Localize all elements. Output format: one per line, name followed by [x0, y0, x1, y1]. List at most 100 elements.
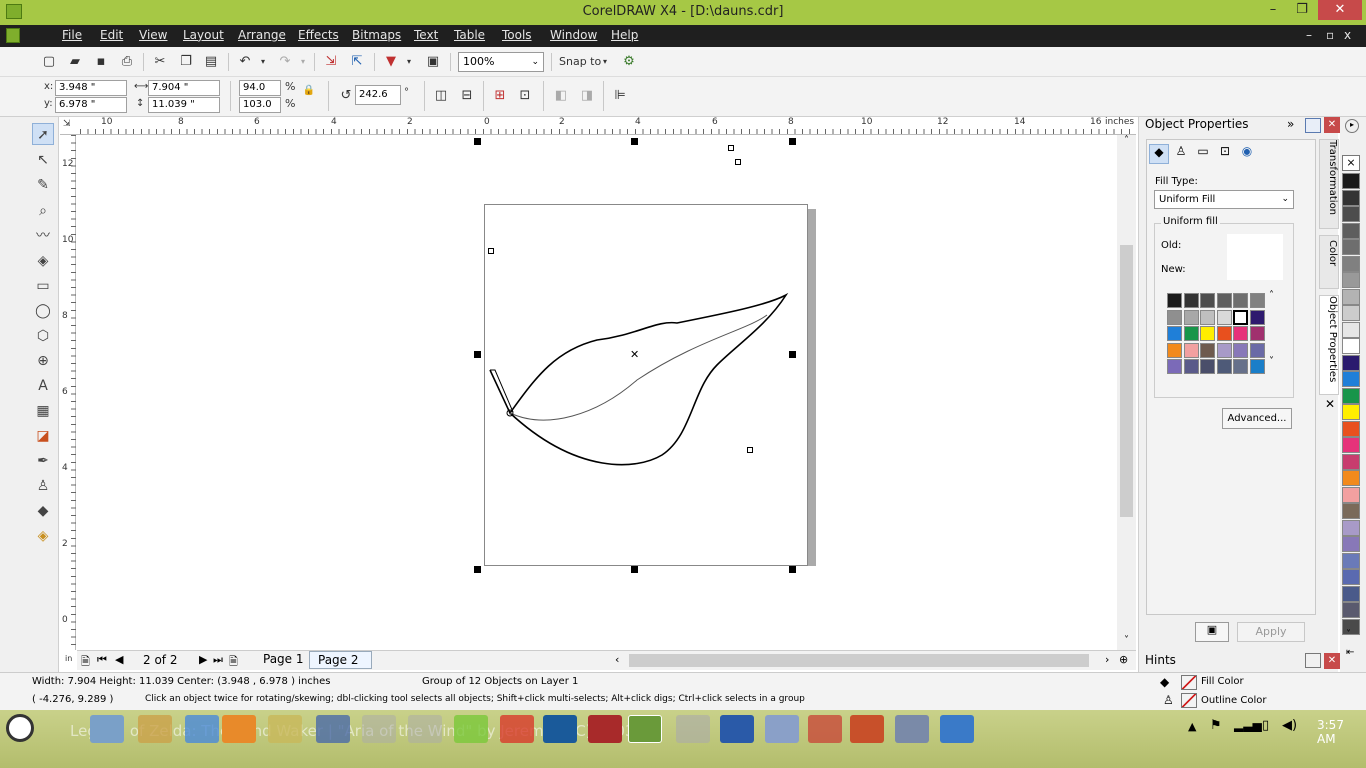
- fill-color-cell[interactable]: [1183, 359, 1199, 374]
- taskbar-app-coreldraw[interactable]: [628, 715, 662, 743]
- scroll-thumb[interactable]: [1120, 245, 1133, 517]
- color-swatch[interactable]: [1342, 453, 1360, 470]
- hints-restore-button[interactable]: [1305, 653, 1321, 668]
- fill-color-cell[interactable]: [1200, 359, 1215, 374]
- interactive-fill-tool-icon[interactable]: ◈: [32, 525, 54, 547]
- fill-color-cell[interactable]: [1167, 293, 1182, 308]
- color-swatch[interactable]: [1342, 387, 1360, 404]
- mirror-vertical-icon[interactable]: ⊟: [458, 87, 476, 105]
- taskbar-app-game[interactable]: [454, 715, 488, 743]
- polygon-tool-icon[interactable]: ⬡: [32, 325, 54, 347]
- fill-color-cell[interactable]: [1200, 342, 1215, 358]
- scroll-up-icon[interactable]: ˄: [1119, 135, 1134, 146]
- maximize-button[interactable]: ❐: [1287, 0, 1317, 20]
- fill-color-cell[interactable]: [1249, 342, 1265, 358]
- apply-button[interactable]: Apply: [1237, 622, 1305, 642]
- fill-color-cell[interactable]: [1183, 309, 1199, 325]
- taskbar-app-explorer[interactable]: [90, 715, 124, 743]
- leaf-drawing[interactable]: ✕: [77, 135, 1117, 650]
- scroll-down-icon[interactable]: ˅: [1119, 635, 1134, 646]
- fill-color-cell[interactable]: [1183, 293, 1199, 308]
- application-launcher-icon[interactable]: ▼: [382, 53, 400, 71]
- fill-color-cell[interactable]: [1233, 342, 1248, 358]
- color-swatch[interactable]: [1342, 569, 1360, 585]
- fill-color-cell[interactable]: [1216, 359, 1232, 374]
- taskbar-app-flash[interactable]: [588, 715, 622, 743]
- pick-tool-icon[interactable]: ➚: [32, 123, 54, 145]
- text-tool-icon[interactable]: A: [32, 375, 54, 397]
- object-properties-tab[interactable]: Object Properties: [1319, 295, 1339, 395]
- color-swatch[interactable]: [1342, 239, 1360, 255]
- menu-view[interactable]: View: [139, 28, 167, 42]
- volume-icon[interactable]: ◀): [1282, 718, 1297, 733]
- undo-icon[interactable]: ↶: [236, 53, 254, 71]
- hints-close-button[interactable]: ✕: [1324, 653, 1340, 669]
- color-swatch[interactable]: [1342, 519, 1360, 536]
- fill-color-cell[interactable]: [1249, 359, 1265, 374]
- color-swatch[interactable]: [1342, 536, 1360, 552]
- node-marker[interactable]: [488, 248, 494, 254]
- mirror-horizontal-icon[interactable]: ◫: [432, 87, 450, 105]
- color-swatch[interactable]: [1342, 602, 1360, 618]
- lock-apply-icon[interactable]: ▣: [1195, 622, 1229, 642]
- save-icon[interactable]: ▪: [92, 53, 110, 71]
- show-hidden-icons[interactable]: ▲: [1188, 720, 1196, 733]
- group-icon[interactable]: ⊞: [491, 87, 509, 105]
- internet-tab-icon[interactable]: ◉: [1237, 144, 1257, 164]
- tab-page-1[interactable]: Page 1: [257, 652, 310, 666]
- close-tab-icon[interactable]: ✕: [1325, 397, 1335, 411]
- fill-type-dropdown[interactable]: Uniform Fill ⌄: [1154, 190, 1294, 209]
- selection-handle[interactable]: [631, 566, 638, 573]
- fill-color-cell[interactable]: [1216, 326, 1232, 341]
- menu-effects[interactable]: Effects: [298, 28, 339, 42]
- basic-shapes-tool-icon[interactable]: ⊕: [32, 350, 54, 372]
- zoom-tool-icon[interactable]: ⌕: [32, 200, 54, 222]
- color-swatch[interactable]: [1342, 255, 1360, 272]
- first-page-icon[interactable]: ⏮: [97, 653, 107, 667]
- node-marker[interactable]: [747, 447, 753, 453]
- doc-close-button[interactable]: x: [1344, 28, 1351, 42]
- horizontal-scrollbar[interactable]: ‹ › ⊕: [607, 650, 1136, 670]
- fill-color-cell[interactable]: [1167, 326, 1182, 341]
- expand-docker-icon[interactable]: »: [1287, 117, 1294, 131]
- network-icon[interactable]: ▂▃▅: [1234, 718, 1262, 732]
- battery-icon[interactable]: ▯: [1262, 718, 1269, 733]
- color-swatch[interactable]: [1342, 206, 1360, 222]
- color-swatch[interactable]: [1342, 189, 1360, 206]
- fill-color-cell[interactable]: [1200, 326, 1215, 341]
- color-swatch[interactable]: [1342, 420, 1360, 437]
- no-color-swatch[interactable]: ⨯: [1342, 155, 1360, 171]
- fill-color-cell[interactable]: [1167, 359, 1182, 374]
- color-swatch[interactable]: [1342, 371, 1360, 387]
- action-center-icon[interactable]: ⚑: [1210, 718, 1222, 733]
- welcome-screen-icon[interactable]: ▣: [424, 53, 442, 71]
- scale-x-field[interactable]: 94.0: [239, 80, 281, 96]
- detail-tab-icon[interactable]: ⊡: [1215, 144, 1235, 164]
- menu-text[interactable]: Text: [414, 28, 438, 42]
- fill-color-cell[interactable]: [1167, 342, 1182, 358]
- export-icon[interactable]: ⇱: [348, 53, 366, 71]
- rotation-center-marker[interactable]: ✕: [630, 348, 639, 361]
- freehand-tool-icon[interactable]: 〰: [32, 225, 54, 247]
- fill-color-cell[interactable]: [1216, 309, 1232, 325]
- taskbar-app-paint[interactable]: [676, 715, 710, 743]
- menu-bitmaps[interactable]: Bitmaps: [352, 28, 401, 42]
- taskbar-app-desktop[interactable]: [940, 715, 974, 743]
- import-icon[interactable]: ⇲: [322, 53, 340, 71]
- zoom-navigator-icon[interactable]: ⊕: [1119, 653, 1128, 666]
- docker-minimize-button[interactable]: [1305, 118, 1321, 133]
- combine-icon[interactable]: ◧: [552, 87, 570, 105]
- fill-color-cell[interactable]: [1167, 309, 1182, 325]
- rotation-angle-field[interactable]: 242.6: [355, 85, 401, 105]
- color-swatch[interactable]: [1342, 503, 1360, 519]
- color-swatch[interactable]: [1342, 305, 1360, 321]
- color-swatch[interactable]: [1342, 437, 1360, 453]
- undo-dropdown-icon[interactable]: ▾: [258, 53, 268, 71]
- palette-menu-icon[interactable]: ▸: [1345, 119, 1359, 133]
- break-apart-icon[interactable]: ◨: [578, 87, 596, 105]
- docker-close-button[interactable]: ✕: [1324, 117, 1340, 133]
- menu-tools[interactable]: Tools: [502, 28, 532, 42]
- node-marker[interactable]: [728, 145, 734, 151]
- print-icon[interactable]: ⎙: [118, 53, 136, 71]
- outline-color-swatch[interactable]: [1181, 693, 1197, 708]
